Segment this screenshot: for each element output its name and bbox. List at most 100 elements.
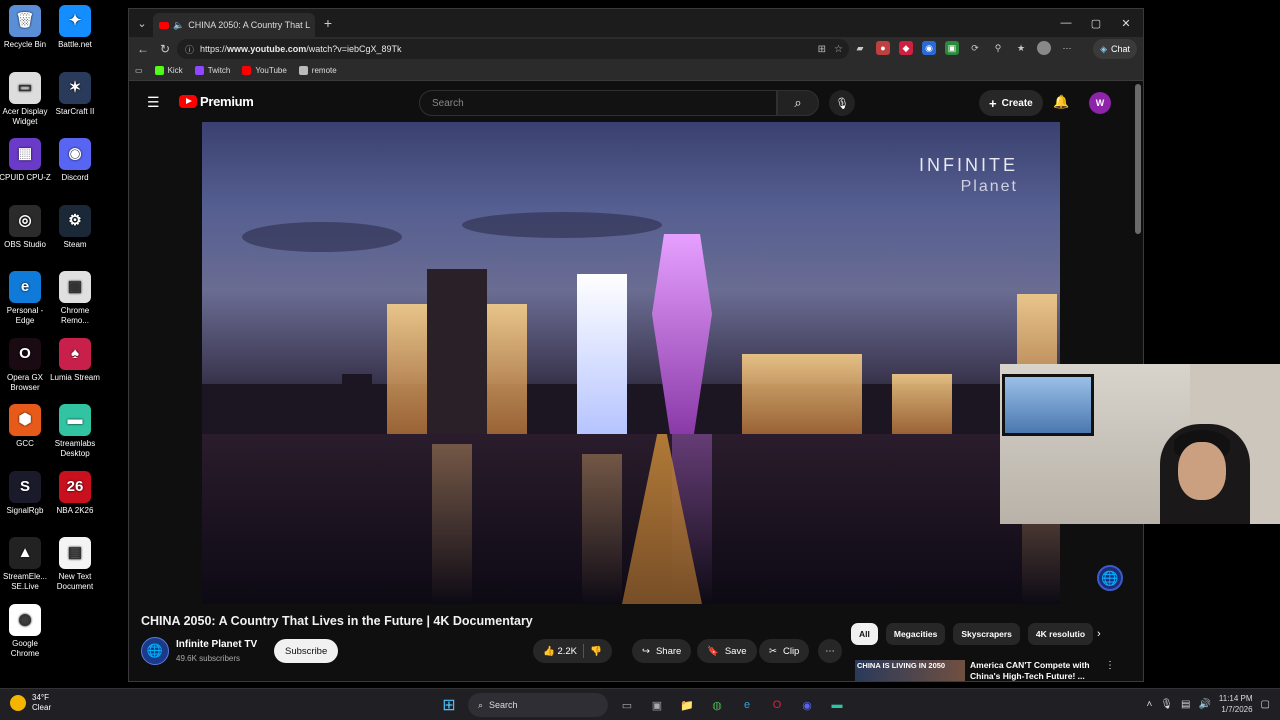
taskbar-search[interactable]: ⌕ Search <box>468 693 608 717</box>
bookmarks-menu-icon[interactable]: ▭ <box>135 66 143 75</box>
recommended-thumbnail[interactable]: CHINA IS LIVING IN 2050 <box>855 660 965 681</box>
refresh-icon[interactable]: ↻ <box>157 41 173 57</box>
widgets-icon[interactable]: ▣ <box>646 694 668 716</box>
search-input[interactable]: Search <box>419 90 777 116</box>
channel-name[interactable]: Infinite Planet TV <box>176 639 257 650</box>
copilot-icon: ◈ <box>1100 43 1107 54</box>
desktop-icon[interactable]: S SignalRgb <box>0 470 53 516</box>
speaker-icon[interactable]: 🔈 <box>173 20 184 31</box>
bookmark-item[interactable]: YouTube <box>242 66 287 75</box>
desktop-icon[interactable]: ▤ New Text Document <box>47 537 103 592</box>
extension-icon[interactable]: ▣ <box>945 41 959 55</box>
filter-chip[interactable]: Skyscrapers <box>953 623 1020 645</box>
desktop-icon[interactable]: ♠ Lumia Stream <box>47 337 103 383</box>
like-button[interactable]: 👍 2.2K <box>543 646 577 657</box>
chevron-up-icon[interactable]: ˄ <box>1146 699 1152 710</box>
site-info-icon[interactable]: ⓘ <box>185 43 194 56</box>
filter-chip[interactable]: 4K resolutio <box>1027 623 1094 645</box>
collections-icon[interactable]: ⚲ <box>991 41 1005 55</box>
discord-icon[interactable]: ◉ <box>796 694 818 716</box>
clip-button[interactable]: ✂ Clip <box>759 639 810 663</box>
desktop-icon[interactable]: O Opera GX Browser <box>0 337 53 393</box>
favorites-icon[interactable]: ★ <box>1014 41 1028 55</box>
tab-close-icon[interactable]: ✕ <box>314 20 315 31</box>
favorite-star-icon[interactable]: ☆ <box>834 44 843 55</box>
voice-search-icon[interactable]: 🎙 <box>829 90 855 116</box>
desktop-icon[interactable]: ⬢ GCC <box>0 404 53 449</box>
save-button[interactable]: 🔖 Save <box>697 639 757 663</box>
tab-active[interactable]: 🔈 CHINA 2050: A Country That L ✕ <box>153 13 315 37</box>
clock[interactable]: 11:14 PM 1/7/2026 <box>1219 693 1253 715</box>
youtube-header: ☰ Premium Search ⌕ 🎙 + Create 🔔 W <box>129 82 1143 122</box>
opera-gx-icon[interactable]: O <box>766 694 788 716</box>
more-actions-icon[interactable]: ⋯ <box>818 639 842 663</box>
back-icon[interactable]: ← <box>135 41 151 57</box>
youtube-logo[interactable]: Premium <box>179 94 254 109</box>
temperature: 34°F <box>32 693 49 702</box>
desktop-icon[interactable]: ✶ StarCraft II <box>47 71 103 117</box>
desktop-icon[interactable]: ▭ Acer Display Widget <box>0 71 53 127</box>
file-explorer-icon[interactable]: 📁 <box>676 694 698 716</box>
bookmark-item[interactable]: remote <box>298 66 337 75</box>
extension-icon[interactable]: ● <box>876 41 890 55</box>
split-screen-icon[interactable]: ⊞ <box>818 44 826 55</box>
tab-list-icon[interactable]: ⌄ <box>133 14 151 32</box>
extensions-puzzle-icon[interactable]: ⟳ <box>968 41 982 55</box>
extension-icon[interactable]: ◉ <box>922 41 936 55</box>
desktop-icon[interactable]: 🗑 Recycle Bin <box>0 5 53 50</box>
extension-icon[interactable]: ▰ <box>853 41 867 55</box>
desktop-icon[interactable]: ▲ StreamEle... SE.Live <box>0 537 53 592</box>
address-bar[interactable]: ⓘ https://www.youtube.com/watch?v=iebCgX… <box>177 39 849 59</box>
weather-widget[interactable]: 34°F Clear <box>10 693 51 713</box>
copilot-chat-button[interactable]: ◈ Chat <box>1093 39 1137 59</box>
streamlabs-icon[interactable]: ▬ <box>826 694 848 716</box>
network-icon[interactable]: ▤ <box>1181 699 1190 710</box>
profile-avatar-icon[interactable] <box>1037 41 1051 55</box>
volume-icon[interactable]: 🔊 <box>1198 699 1210 710</box>
desktop-icon-label: GCC <box>16 439 34 448</box>
desktop-icon[interactable]: ▣ Chrome Remo... <box>47 271 103 326</box>
desktop-icon[interactable]: ◎ OBS Studio <box>0 204 53 250</box>
notification-icon[interactable]: ▢ <box>1261 699 1270 710</box>
chrome-icon[interactable]: ◍ <box>706 694 728 716</box>
globe-icon[interactable]: 🌐 <box>1097 565 1123 591</box>
desktop-icon[interactable]: 26 NBA 2K26 <box>47 470 103 516</box>
desktop-icon[interactable]: ⚙ Steam <box>47 204 103 250</box>
edge-icon[interactable]: e <box>736 694 758 716</box>
channel-avatar[interactable]: 🌐 <box>141 637 169 665</box>
more-menu-icon[interactable]: ⋯ <box>1060 41 1074 55</box>
filter-chip[interactable]: Megacities <box>885 623 946 645</box>
close-window-icon[interactable]: ✕ <box>1111 9 1141 37</box>
desktop-icon[interactable]: ▦ CPUID CPU-Z <box>0 138 53 183</box>
filter-chip[interactable]: All <box>851 623 878 645</box>
notifications-bell-icon[interactable]: 🔔 <box>1053 94 1069 110</box>
bookmark-item[interactable]: Twitch <box>194 66 230 75</box>
create-button[interactable]: + Create <box>979 90 1043 116</box>
search-button[interactable]: ⌕ <box>777 90 819 116</box>
recommended-title[interactable]: America CAN'T Compete with China's High-… <box>970 660 1100 681</box>
desktop-icon[interactable]: ✦ Battle.net <box>47 5 103 50</box>
kebab-menu-icon[interactable]: ⋮ <box>1105 660 1115 671</box>
bookmark-item[interactable]: Kick <box>154 66 183 75</box>
account-avatar[interactable]: W <box>1089 92 1111 114</box>
video-player[interactable]: INFINITE Planet <box>202 122 1060 604</box>
share-button[interactable]: ↪ Share <box>632 639 692 663</box>
clip-label: Clip <box>782 645 800 657</box>
desktop-icon[interactable]: e Personal - Edge <box>0 271 53 326</box>
subscribe-button[interactable]: Subscribe <box>274 639 339 663</box>
extension-icon[interactable]: ◆ <box>899 41 913 55</box>
menu-icon[interactable]: ☰ <box>147 94 161 111</box>
dislike-icon[interactable]: 👎 <box>590 646 602 657</box>
new-tab-icon[interactable]: + <box>319 14 337 32</box>
maximize-icon[interactable]: ▢ <box>1081 9 1111 37</box>
desktop-icon[interactable]: ◍ Google Chrome <box>0 603 53 659</box>
task-view-icon[interactable]: ▭ <box>616 694 638 716</box>
scrollbar[interactable] <box>1135 84 1141 234</box>
start-windows-icon[interactable]: ⊞ <box>438 694 460 716</box>
desktop-icon[interactable]: ◉ Discord <box>47 138 103 183</box>
recommended-video[interactable]: CHINA IS LIVING IN 2050 America CAN'T Co… <box>855 658 1115 681</box>
minimize-icon[interactable]: — <box>1051 9 1081 37</box>
chevron-right-icon[interactable]: › <box>1097 628 1101 640</box>
desktop-icon[interactable]: ▬ Streamlabs Desktop <box>47 404 103 459</box>
microphone-icon[interactable]: 🎙 <box>1160 699 1173 710</box>
